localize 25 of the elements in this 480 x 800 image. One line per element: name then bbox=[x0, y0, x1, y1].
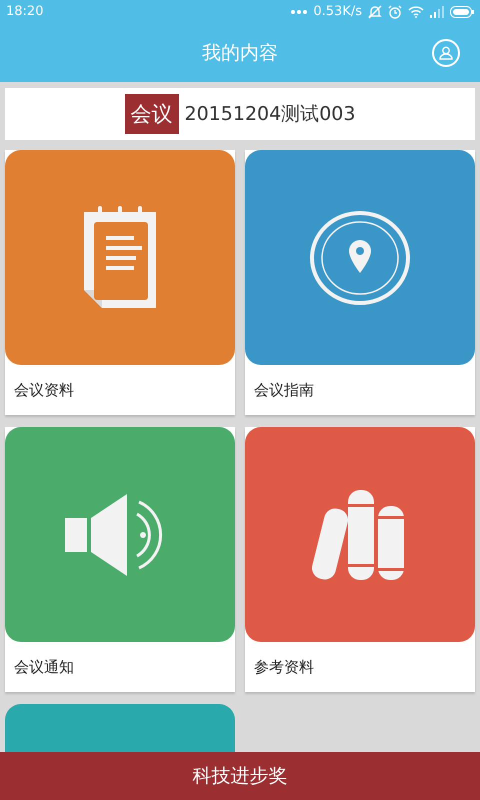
menu-tile[interactable] bbox=[5, 704, 235, 752]
menu-tile[interactable]: 会议指南 bbox=[245, 150, 475, 415]
status-time: 18:20 bbox=[6, 3, 44, 22]
notepad-icon bbox=[82, 206, 158, 310]
signal-icon bbox=[430, 6, 444, 18]
network-speed: 0.53K/s bbox=[313, 3, 362, 22]
menu-tile[interactable]: 会议通知 bbox=[5, 427, 235, 692]
tile-label: 会议资料 bbox=[14, 380, 74, 401]
award-bar[interactable]: 科技进步奖 bbox=[0, 752, 480, 800]
tile-label: 参考资料 bbox=[254, 656, 314, 678]
meeting-tag: 会议 bbox=[124, 94, 178, 134]
more-dots-icon bbox=[291, 10, 308, 14]
user-icon bbox=[439, 46, 453, 60]
muted-bell-icon bbox=[368, 5, 382, 19]
battery-icon bbox=[450, 6, 474, 18]
wifi-icon bbox=[408, 6, 424, 18]
location-pin-dial-icon bbox=[309, 210, 411, 306]
menu-tile[interactable]: 参考资料 bbox=[245, 427, 475, 692]
menu-tile[interactable]: 会议资料 bbox=[5, 150, 235, 415]
meeting-name: 20151204测试003 bbox=[184, 102, 356, 127]
tile-label: 会议指南 bbox=[254, 380, 314, 401]
alarm-icon bbox=[388, 5, 402, 19]
profile-button[interactable] bbox=[432, 39, 460, 67]
page-title: 我的内容 bbox=[202, 40, 278, 66]
tile-label: 会议通知 bbox=[14, 656, 74, 678]
